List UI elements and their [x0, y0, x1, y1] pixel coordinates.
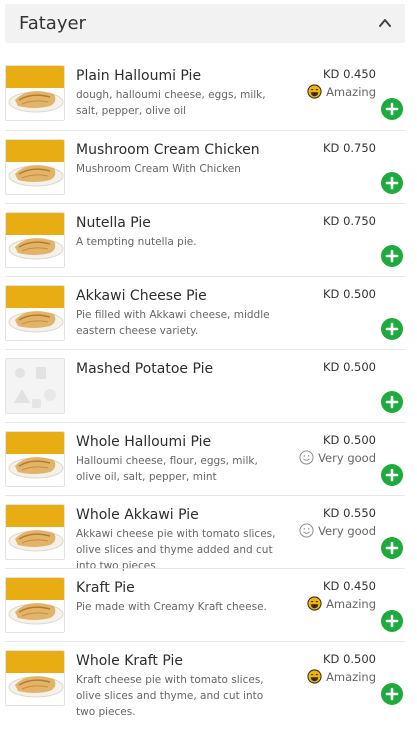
- menu-item[interactable]: Mushroom Cream Chicken Mushroom Cream Wi…: [5, 130, 405, 203]
- amazing-face-icon: [307, 84, 322, 99]
- rating-label: Very good: [318, 523, 376, 538]
- item-name: Nutella Pie: [76, 215, 151, 231]
- menu-item[interactable]: Mashed Potatoe Pie KD 0.500: [5, 349, 405, 422]
- add-to-cart-button[interactable]: [381, 245, 403, 267]
- item-description: Pie filled with Akkawi cheese, middle ea…: [76, 309, 270, 337]
- item-price: KD 0.450: [323, 579, 376, 593]
- item-image: [5, 358, 65, 414]
- chevron-up-icon[interactable]: [378, 16, 392, 30]
- item-price: KD 0.500: [323, 652, 376, 666]
- item-image: [5, 212, 65, 268]
- rating-label: Amazing: [326, 596, 376, 611]
- item-description: Halloumi cheese, flour, eggs, milk, oliv…: [76, 455, 258, 483]
- plus-icon: [385, 322, 399, 336]
- item-description: Kraft cheese pie with tomato slices, oli…: [76, 674, 264, 718]
- menu-item[interactable]: Plain Halloumi Pie dough, halloumi chees…: [5, 57, 405, 130]
- plus-icon: [385, 468, 399, 482]
- menu-item[interactable]: Akkawi Cheese Pie Pie filled with Akkawi…: [5, 276, 405, 349]
- item-price: KD 0.450: [323, 67, 376, 81]
- item-name: Mushroom Cream Chicken: [76, 142, 260, 158]
- add-to-cart-button[interactable]: [381, 318, 403, 340]
- item-name: Kraft Pie: [76, 580, 135, 596]
- pie-photo-icon: [6, 651, 64, 705]
- add-to-cart-button[interactable]: [381, 610, 403, 632]
- pie-photo-icon: [6, 140, 64, 194]
- menu-item[interactable]: Whole Halloumi Pie Halloumi cheese, flou…: [5, 422, 405, 495]
- item-price: KD 0.750: [323, 141, 376, 155]
- menu-item[interactable]: Whole Akkawi Pie Akkawi cheese pie with …: [5, 495, 405, 572]
- item-price: KD 0.750: [323, 214, 376, 228]
- plus-icon: [385, 249, 399, 263]
- pie-photo-icon: [6, 66, 64, 120]
- item-description: Pie made with Creamy Kraft cheese.: [76, 601, 267, 613]
- rating-label: Amazing: [326, 84, 376, 99]
- item-image: [5, 650, 65, 706]
- item-image: [5, 504, 65, 560]
- add-to-cart-button[interactable]: [381, 537, 403, 559]
- section-title: Fatayer: [19, 13, 86, 34]
- placeholder-image-icon: [6, 359, 64, 413]
- item-image: [5, 577, 65, 633]
- plus-icon: [385, 541, 399, 555]
- item-rating: Amazing: [307, 84, 376, 99]
- plus-icon: [385, 614, 399, 628]
- item-description: Akkawi cheese pie with tomato slices, ol…: [76, 528, 276, 572]
- item-price: KD 0.500: [323, 287, 376, 301]
- item-name: Whole Akkawi Pie: [76, 507, 199, 523]
- item-description: dough, halloumi cheese, eggs, milk, salt…: [76, 89, 266, 117]
- plus-icon: [385, 687, 399, 701]
- add-to-cart-button[interactable]: [381, 683, 403, 705]
- pie-photo-icon: [6, 578, 64, 632]
- plus-icon: [385, 395, 399, 409]
- pie-photo-icon: [6, 505, 64, 559]
- menu-item[interactable]: Kraft Pie Pie made with Creamy Kraft che…: [5, 568, 405, 641]
- pie-photo-icon: [6, 286, 64, 340]
- item-image: [5, 431, 65, 487]
- item-price: KD 0.500: [323, 360, 376, 374]
- menu-item[interactable]: Nutella Pie A tempting nutella pie. KD 0…: [5, 203, 405, 276]
- item-name: Mashed Potatoe Pie: [76, 361, 214, 377]
- item-price: KD 0.500: [323, 433, 376, 447]
- item-price: KD 0.550: [323, 506, 376, 520]
- rating-label: Amazing: [326, 669, 376, 684]
- item-name: Akkawi Cheese Pie: [76, 288, 207, 304]
- pie-photo-icon: [6, 213, 64, 267]
- amazing-face-icon: [307, 669, 322, 684]
- plus-icon: [385, 102, 399, 116]
- item-rating: Amazing: [307, 669, 376, 684]
- item-image: [5, 139, 65, 195]
- menu-item[interactable]: Whole Kraft Pie Kraft cheese pie with to…: [5, 641, 405, 718]
- item-name: Plain Halloumi Pie: [76, 68, 202, 84]
- item-rating: Very good: [299, 523, 376, 538]
- item-rating: Amazing: [307, 596, 376, 611]
- pie-photo-icon: [6, 432, 64, 486]
- item-name: Whole Kraft Pie: [76, 653, 184, 669]
- section-header[interactable]: Fatayer: [5, 4, 405, 43]
- amazing-face-icon: [307, 596, 322, 611]
- add-to-cart-button[interactable]: [381, 98, 403, 120]
- add-to-cart-button[interactable]: [381, 391, 403, 413]
- rating-label: Very good: [318, 450, 376, 465]
- add-to-cart-button[interactable]: [381, 172, 403, 194]
- item-description: A tempting nutella pie.: [76, 236, 197, 248]
- item-name: Whole Halloumi Pie: [76, 434, 212, 450]
- plus-icon: [385, 176, 399, 190]
- item-description: Mushroom Cream With Chicken: [76, 163, 241, 175]
- menu-item-list: Plain Halloumi Pie dough, halloumi chees…: [5, 57, 405, 718]
- item-rating: Very good: [299, 450, 376, 465]
- item-image: [5, 65, 65, 121]
- add-to-cart-button[interactable]: [381, 464, 403, 486]
- very-good-face-icon: [299, 523, 314, 538]
- item-image: [5, 285, 65, 341]
- very-good-face-icon: [299, 450, 314, 465]
